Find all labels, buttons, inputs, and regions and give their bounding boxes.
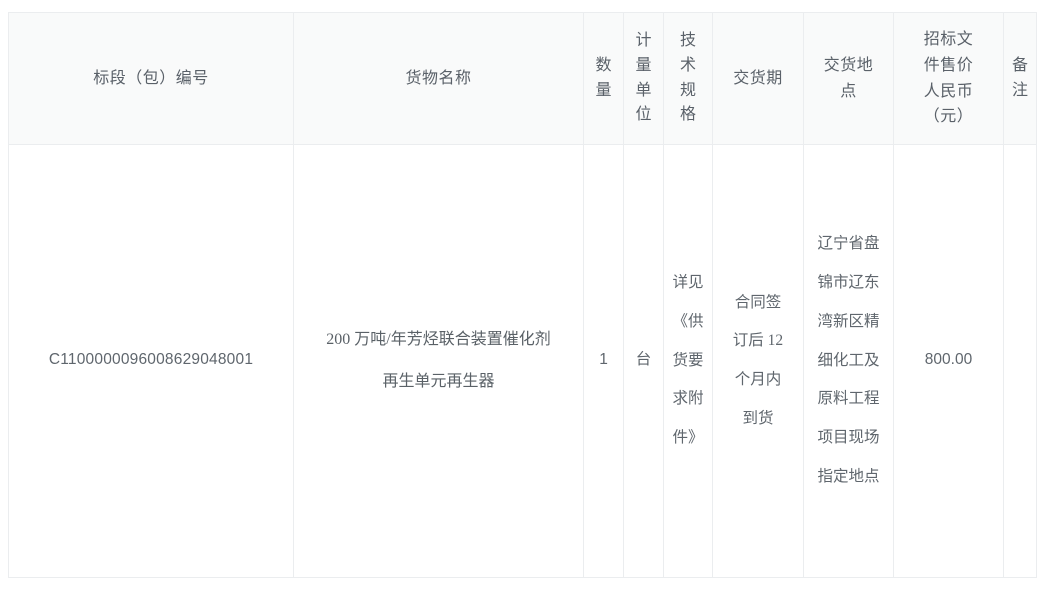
column-header-goods-name-label: 货物名称	[405, 69, 472, 87]
technical-spec-line-1: 详见	[672, 274, 704, 292]
quantity-value: 1	[599, 351, 608, 369]
table-row: C1100000096008629048001 200 万吨/年芳烃联合装置催化…	[8, 144, 1037, 578]
delivery-place-line-2: 锦市辽东	[817, 274, 880, 292]
column-header-delivery-place-line-1: 交货地	[823, 56, 874, 74]
column-header-quantity-line-2: 量	[595, 81, 612, 99]
column-header-remark: 备 注	[1003, 12, 1037, 145]
column-header-unit: 计 量 单 位	[623, 12, 664, 145]
column-header-unit-line-2: 量	[635, 56, 652, 74]
column-header-document-price: 招标文 件售价 人民币 （元）	[893, 12, 1004, 145]
delivery-place-line-6: 项目现场	[817, 429, 880, 447]
document-page: 标段（包）编号 货物名称 数 量 计 量 单 位 技 术 规 格 交货期 交货地…	[0, 0, 1044, 592]
table-header: 标段（包）编号 货物名称 数 量 计 量 单 位 技 术 规 格 交货期 交货地…	[8, 12, 1037, 145]
delivery-period-line-3: 个月内	[734, 371, 782, 388]
column-header-delivery-period: 交货期	[712, 12, 804, 145]
delivery-period-value: 合同签 订后 12 个月内 到货	[713, 284, 803, 439]
delivery-place-line-7: 指定地点	[817, 467, 880, 485]
cell-package-code: C1100000096008629048001	[8, 144, 294, 578]
delivery-place-line-1: 辽宁省盘	[817, 235, 880, 253]
column-header-document-price-line-3: 人民币	[923, 82, 974, 100]
goods-name-line-1: 200 万吨/年芳烃联合装置催化剂	[326, 331, 551, 349]
technical-spec-line-5: 件》	[672, 429, 704, 447]
column-header-quantity-line-1: 数	[595, 56, 612, 74]
column-header-package-code: 标段（包）编号	[8, 12, 294, 145]
delivery-period-line-1: 合同签	[734, 293, 782, 311]
column-header-quantity: 数 量	[583, 12, 624, 145]
column-header-package-code-label: 标段（包）编号	[93, 69, 209, 87]
column-header-technical-spec: 技 术 规 格	[663, 12, 713, 145]
delivery-period-line-4: 到货	[742, 409, 774, 427]
delivery-place-line-3: 湾新区精	[817, 312, 880, 330]
column-header-goods-name: 货物名称	[293, 12, 584, 145]
unit-value: 台	[635, 351, 652, 369]
table-header-row: 标段（包）编号 货物名称 数 量 计 量 单 位 技 术 规 格 交货期 交货地…	[8, 12, 1037, 145]
cell-delivery-period: 合同签 订后 12 个月内 到货	[712, 144, 804, 578]
column-header-document-price-line-2: 件售价	[923, 56, 974, 74]
delivery-place-value: 辽宁省盘 锦市辽东 湾新区精 细化工及 原料工程 项目现场 指定地点	[804, 225, 893, 496]
column-header-technical-spec-line-1: 技	[679, 31, 696, 49]
delivery-place-line-5: 原料工程	[817, 390, 880, 408]
package-code-value: C1100000096008629048001	[48, 351, 254, 369]
column-header-unit-line-1: 计	[635, 31, 652, 49]
delivery-place-line-4: 细化工及	[817, 351, 880, 369]
cell-quantity: 1	[583, 144, 624, 578]
document-price-value: 800.00	[924, 351, 973, 369]
column-header-delivery-place-line-2: 点	[840, 82, 857, 100]
column-header-document-price-line-4: （元）	[923, 108, 974, 126]
column-header-delivery-place: 交货地 点	[803, 12, 894, 145]
column-header-technical-spec-line-3: 规	[679, 81, 696, 99]
table-body: C1100000096008629048001 200 万吨/年芳烃联合装置催化…	[8, 144, 1037, 578]
column-header-unit-line-3: 单	[635, 81, 652, 99]
technical-spec-line-4: 求附	[672, 390, 704, 408]
technical-spec-line-2: 《供	[672, 312, 704, 330]
technical-spec-line-3: 货要	[672, 351, 704, 369]
cell-unit: 台	[623, 144, 664, 578]
technical-spec-value: 详见 《供 货要 求附 件》	[664, 264, 712, 458]
column-header-remark-line-1: 备	[1011, 56, 1028, 74]
cell-technical-spec: 详见 《供 货要 求附 件》	[663, 144, 713, 578]
delivery-period-line-2: 订后 12	[732, 332, 784, 350]
column-header-document-price-line-1: 招标文	[923, 31, 974, 49]
cell-document-price: 800.00	[893, 144, 1004, 578]
goods-name-line-2: 再生单元再生器	[382, 373, 495, 390]
column-header-technical-spec-line-2: 术	[679, 56, 696, 74]
cell-remark	[1003, 144, 1037, 578]
cell-goods-name: 200 万吨/年芳烃联合装置催化剂 再生单元再生器	[293, 144, 584, 578]
column-header-unit-line-4: 位	[635, 106, 652, 124]
column-header-remark-line-2: 注	[1011, 81, 1028, 99]
column-header-delivery-period-label: 交货期	[733, 69, 783, 87]
column-header-technical-spec-line-4: 格	[679, 106, 696, 124]
bid-package-table: 标段（包）编号 货物名称 数 量 计 量 单 位 技 术 规 格 交货期 交货地…	[8, 12, 1037, 578]
cell-delivery-place: 辽宁省盘 锦市辽东 湾新区精 细化工及 原料工程 项目现场 指定地点	[803, 144, 894, 578]
